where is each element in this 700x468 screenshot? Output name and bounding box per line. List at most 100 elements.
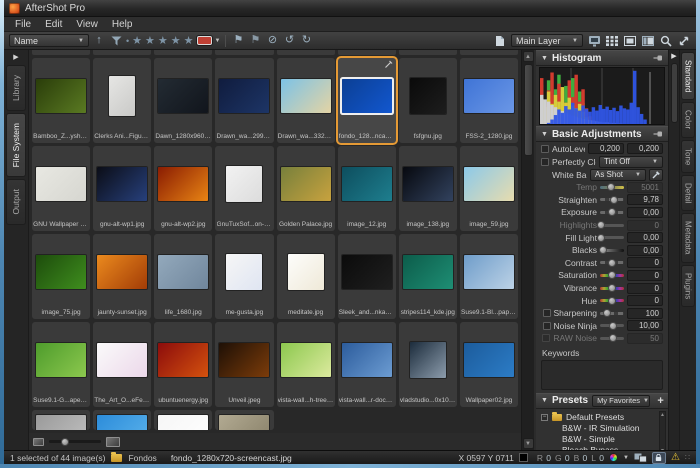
thumbnail-vista-wall-h-tree-jpg[interactable]: vista-wall...h-tree.jpg — [277, 322, 335, 407]
preset-folder-default-presets[interactable]: −Default Presets — [541, 412, 658, 423]
color-label-swatch[interactable] — [197, 36, 212, 45]
thumbnail-bamboo-z-ysha-jpg[interactable]: Bamboo_Z...ysha.jpg — [32, 58, 90, 143]
vibrance-value[interactable]: 0 — [627, 283, 663, 294]
thumbnail-gnu-wallpaper-2-jpg[interactable]: GNU Wallpaper 2.jpg — [32, 146, 90, 231]
dual-monitor-icon[interactable] — [634, 453, 647, 463]
exposure-slider-handle[interactable] — [608, 208, 616, 216]
filter-funnel-icon[interactable] — [109, 34, 123, 48]
color-management-icon[interactable] — [609, 453, 618, 462]
tab-tone[interactable]: Tone — [681, 140, 695, 173]
grid-scrollbar-thumb[interactable] — [524, 64, 533, 156]
sharpening-checkbox[interactable] — [543, 309, 551, 317]
fill-light-slider[interactable] — [600, 236, 624, 239]
rotate-right-icon[interactable]: ↻ — [299, 34, 313, 48]
lock-icon[interactable] — [652, 452, 666, 464]
magnifier-icon[interactable] — [659, 34, 673, 48]
raw-noise-slider[interactable] — [600, 337, 624, 340]
small-thumbnail-icon[interactable] — [33, 438, 44, 446]
autolevel-checkbox[interactable] — [541, 145, 549, 153]
exposure-slider[interactable] — [600, 211, 624, 214]
rating-none-icon[interactable]: • — [126, 36, 129, 46]
thumbnail-size-slider[interactable] — [49, 440, 101, 443]
thumbnail-drawn-wa-299-jpg[interactable]: Drawn_wa...299_.jpg — [215, 58, 273, 143]
thumbnail-stripes114-kde-jpg[interactable]: stripes114_kde.jpg — [399, 234, 457, 319]
star-5-icon[interactable]: ★ — [184, 34, 194, 47]
blacks-value[interactable]: 0,00 — [627, 245, 663, 256]
autolevel-value-1[interactable]: 0,200 — [588, 143, 624, 154]
menu-edit[interactable]: Edit — [38, 19, 69, 30]
hue-slider[interactable] — [600, 299, 624, 302]
thumbnail-vladstudio-0x1024-jpg[interactable]: vladstudio...0x1024.jpg — [399, 322, 457, 407]
chevron-down-icon[interactable]: ▼ — [215, 38, 221, 44]
thumbnail-dawn-1280x960-jpg[interactable]: Dawn_1280x960.jpg — [154, 58, 212, 143]
tab-detail[interactable]: Detail — [681, 175, 695, 211]
collapse-arrow-icon[interactable]: ▶ — [671, 50, 676, 60]
hue-slider-handle[interactable] — [608, 297, 616, 305]
collapse-triangle-icon[interactable]: ▼ — [541, 397, 548, 404]
sharpening-slider[interactable] — [600, 312, 624, 315]
highlights-slider[interactable] — [600, 224, 624, 227]
thumbnail-vista-wall-r-dock-jpg[interactable]: vista-wall...r-dock.jpg — [338, 322, 396, 407]
temp-value[interactable]: 5001 — [627, 182, 663, 193]
thumbnail-gnu-alt-wp1-jpg[interactable]: gnu-alt-wp1.jpg — [93, 146, 151, 231]
sort-direction-icon[interactable]: ↑ — [92, 34, 106, 48]
thumbnail-partial[interactable] — [154, 410, 212, 430]
exposure-value[interactable]: 0,00 — [627, 207, 663, 218]
layers-page-icon[interactable] — [493, 34, 507, 48]
thumbnail-jaunty-sunset-jpg[interactable]: jaunty-sunset.jpg — [93, 234, 151, 319]
presets-tree-scrollbar[interactable]: ▲ ▼ — [659, 411, 666, 450]
thumbnail-partial[interactable] — [32, 410, 90, 430]
thumbnail-fsfgnu-jpg[interactable]: fsfgnu.jpg — [399, 58, 457, 143]
scroll-down-icon[interactable]: ▼ — [523, 438, 534, 449]
fill-light-slider-handle[interactable] — [597, 234, 605, 242]
thumbnail-me-gusta-jpg[interactable]: me-gusta.jpg — [215, 234, 273, 319]
tab-output[interactable]: Output — [6, 179, 26, 225]
histogram-header[interactable]: ▼ Histogram — [536, 50, 668, 66]
presets-favorites-dropdown[interactable]: My Favorites ▼ — [592, 395, 650, 407]
thumbnail-suse9-1-bl-papers-jpg[interactable]: Suse9.1-Bl...papers.jpg — [460, 234, 518, 319]
current-folder[interactable]: Fondos — [128, 453, 156, 463]
collapse-triangle-icon[interactable]: ▼ — [541, 131, 548, 138]
thumbnail-image-59-jpg[interactable]: image_59.jpg — [460, 146, 518, 231]
thumbnail-view-icon[interactable] — [605, 34, 619, 48]
noise-ninja-slider[interactable] — [600, 324, 624, 327]
thumbnail-sleek-and-nkahn-jpg[interactable]: Sleek_and...nkahn.jpg — [338, 234, 396, 319]
star-1-icon[interactable]: ★ — [132, 34, 142, 47]
basic-adjustments-header[interactable]: ▼ Basic Adjustments — [536, 126, 668, 142]
rotate-left-icon[interactable]: ↺ — [282, 34, 296, 48]
single-image-view-icon[interactable] — [623, 34, 637, 48]
thumbnail-suse9-1-g-apers-jpg[interactable]: Suse9.1-G...apers.jpg — [32, 322, 90, 407]
pin-icon[interactable] — [653, 53, 663, 63]
contrast-slider[interactable] — [600, 261, 624, 264]
autolevel-value-2[interactable]: 0,200 — [627, 143, 663, 154]
thumbnail-unveil-jpeg[interactable]: Unveil.jpeg — [215, 322, 273, 407]
collapse-arrow-icon[interactable]: ▶ — [4, 50, 28, 63]
noise-ninja-slider-handle[interactable] — [609, 322, 617, 330]
thumbnail-image-138-jpg[interactable]: image_138.jpg — [399, 146, 457, 231]
thumbnail-the-art-o-efear-jpg[interactable]: The_Art_O...eFear.jpg — [93, 322, 151, 407]
fit-zoom-diagonal-icon[interactable] — [677, 34, 691, 48]
thumbnail-fss-2-1280-jpg[interactable]: FSS-2_1280.jpg — [460, 58, 518, 143]
scroll-up-icon[interactable]: ▲ — [523, 51, 534, 62]
flag-unflag-icon[interactable]: ⚑ — [248, 34, 262, 48]
raw-noise-slider-handle[interactable] — [609, 334, 617, 342]
saturation-slider[interactable] — [600, 274, 624, 277]
preset-item-b-w-simple[interactable]: B&W - Simple — [541, 433, 658, 444]
tab-library[interactable]: Library — [6, 65, 26, 111]
combined-view-icon[interactable] — [641, 34, 655, 48]
highlights-slider-handle[interactable] — [597, 221, 605, 229]
highlights-value[interactable]: 0 — [627, 220, 663, 231]
tab-standard[interactable]: Standard — [681, 52, 695, 100]
tab-file-system[interactable]: File System — [6, 113, 26, 177]
add-preset-button[interactable]: + — [654, 394, 667, 407]
collapse-triangle-icon[interactable]: ▼ — [541, 55, 548, 62]
thumbnail-gnu-alt-wp2-jpg[interactable]: gnu-alt-wp2.jpg — [154, 146, 212, 231]
white-balance-dropdown[interactable]: As Shot ▼ — [590, 169, 646, 181]
tab-metadata[interactable]: Metadata — [681, 213, 695, 262]
raw-noise-value[interactable]: 50 — [627, 333, 663, 344]
thumbnail-life-1680-jpg[interactable]: life_1680.jpg — [154, 234, 212, 319]
blacks-slider-handle[interactable] — [599, 246, 607, 254]
straighten-value[interactable]: 9,78 — [627, 194, 663, 205]
thumbnail-size-handle[interactable] — [61, 438, 69, 446]
warning-icon[interactable]: ⚠ — [671, 453, 680, 463]
